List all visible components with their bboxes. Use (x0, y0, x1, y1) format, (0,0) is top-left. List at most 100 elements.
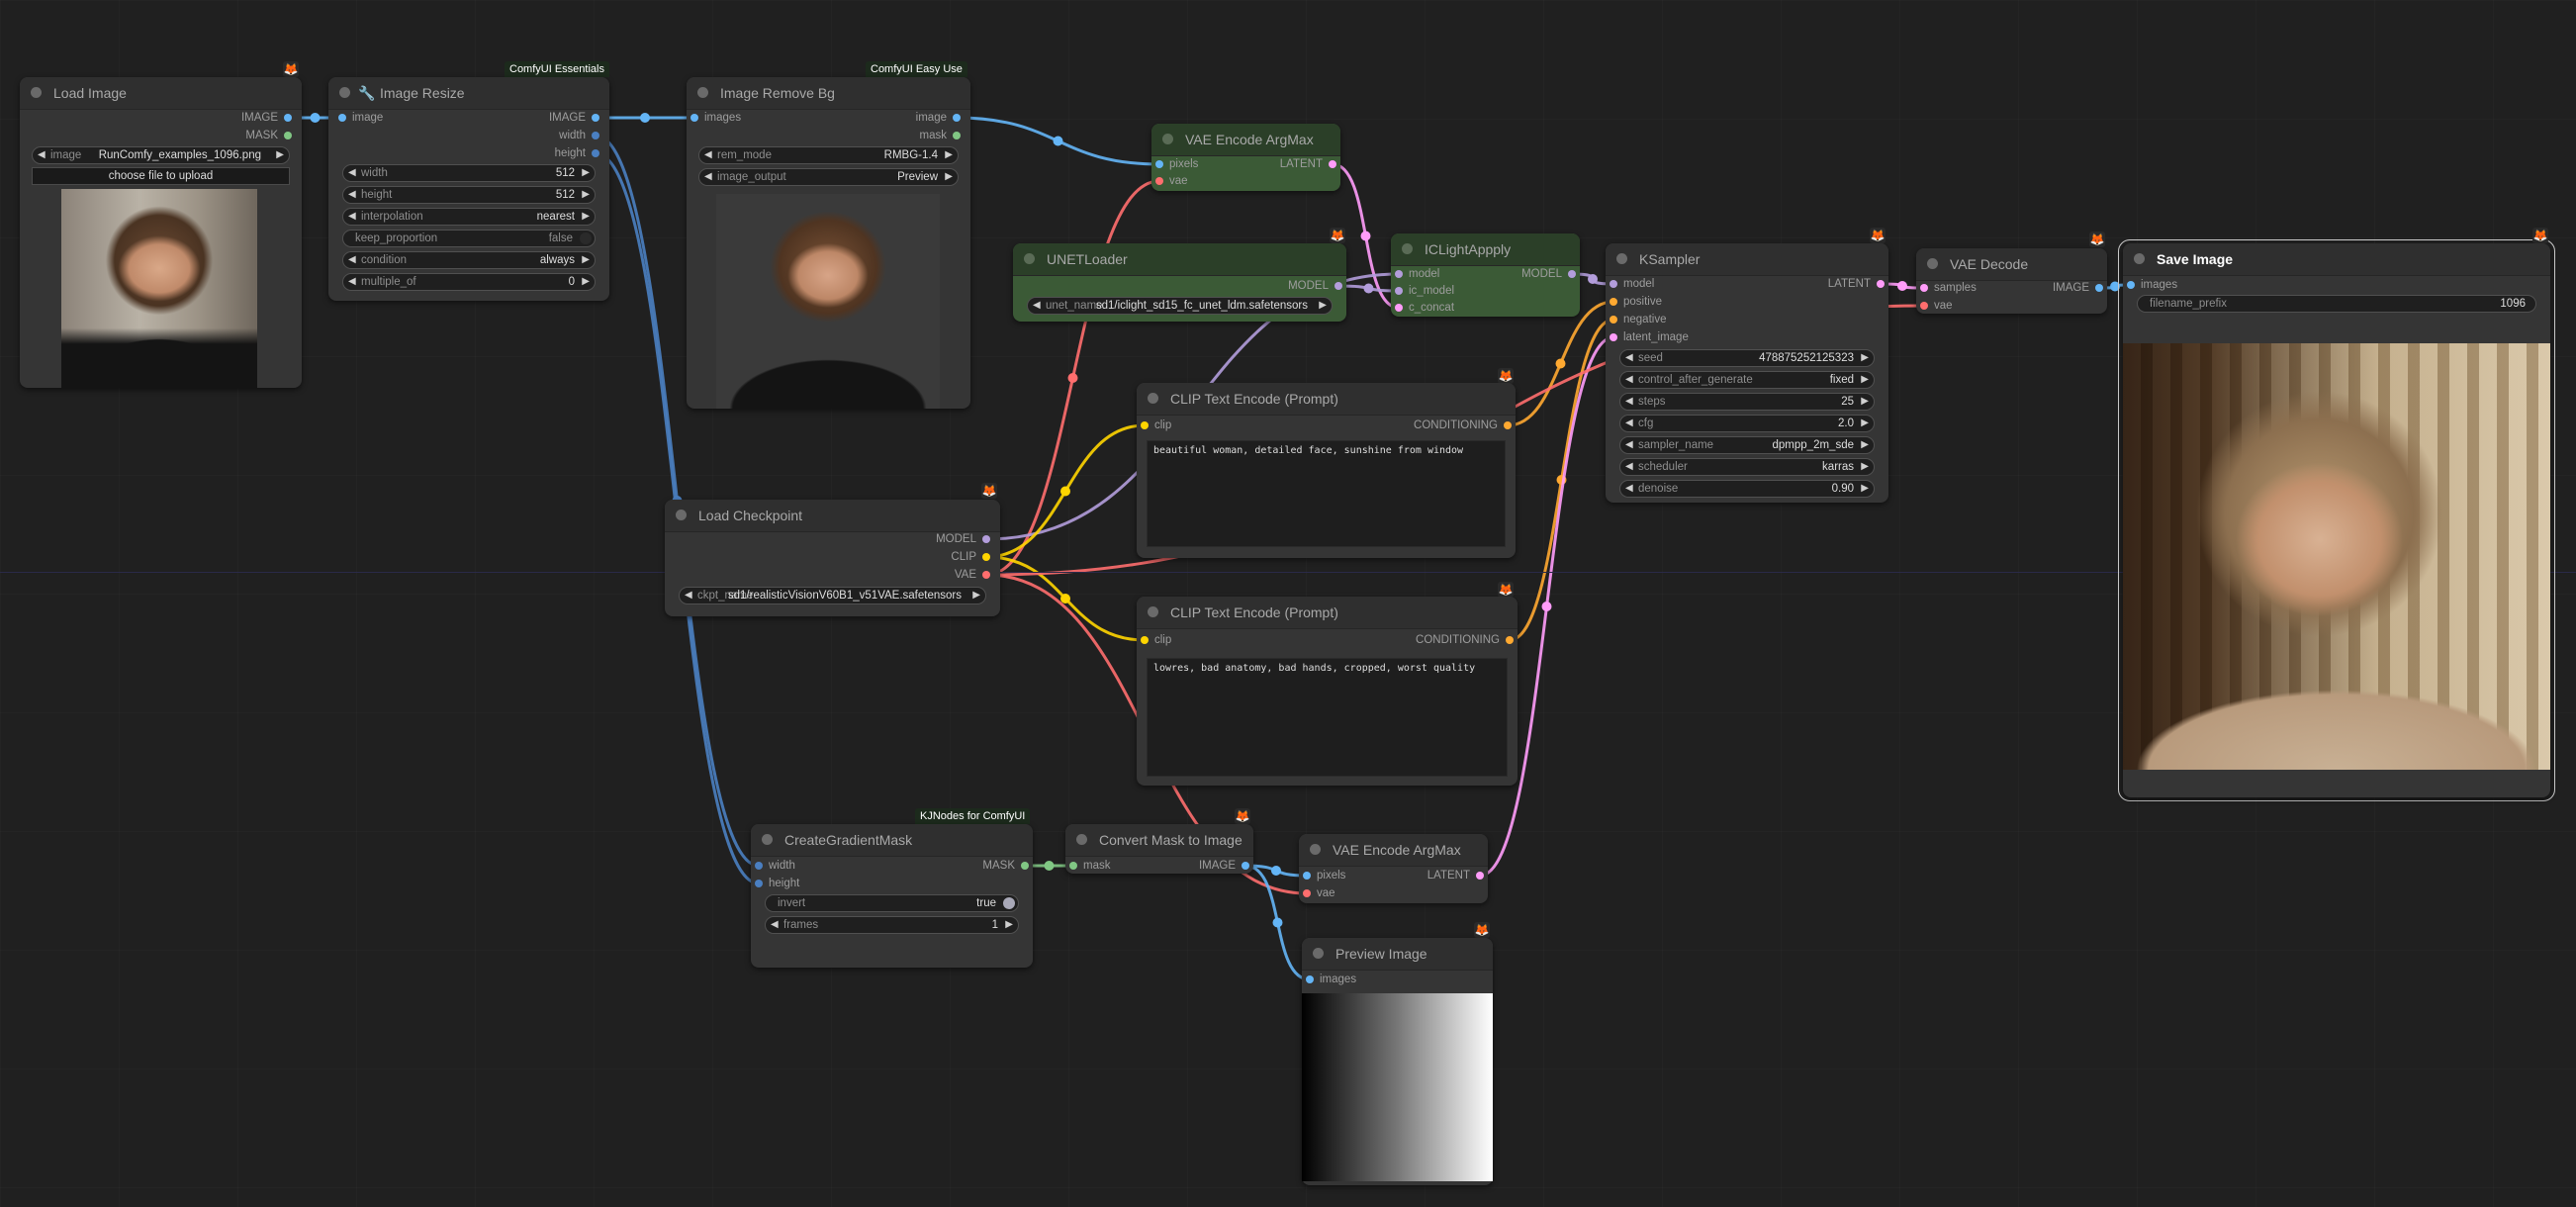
steps-widget[interactable]: ◀ steps 25 ▶ (1619, 393, 1875, 411)
arrow-right-icon[interactable]: ▶ (1861, 394, 1869, 410)
arrow-left-icon[interactable]: ◀ (1625, 481, 1633, 497)
node-title-bar[interactable]: Convert Mask to Image (1065, 824, 1253, 857)
slot-dot-icon[interactable] (1395, 304, 1403, 312)
output-slot-width[interactable]: width (559, 128, 599, 143)
slot-dot-icon[interactable] (1610, 280, 1617, 288)
arrow-left-icon[interactable]: ◀ (1625, 394, 1633, 410)
arrow-right-icon[interactable]: ▶ (582, 187, 590, 203)
image-combo-widget[interactable]: ◀ image RunComfy_examples_1096.png ▶ (32, 146, 290, 164)
slot-dot-icon[interactable] (1155, 160, 1163, 168)
node-title-bar[interactable]: Image Remove Bg (687, 77, 970, 110)
slot-dot-icon[interactable] (1141, 636, 1149, 644)
slot-dot-icon[interactable] (1568, 270, 1576, 278)
output-slot-latent[interactable]: LATENT (1828, 276, 1885, 292)
collapse-dot-icon[interactable] (339, 87, 350, 98)
slot-dot-icon[interactable] (284, 114, 292, 122)
output-slot-mask[interactable]: MASK (245, 128, 292, 143)
control-after-generate-widget[interactable]: ◀ control_after_generate fixed ▶ (1619, 371, 1875, 389)
wire-image-to-pixels[interactable] (956, 116, 1160, 166)
toggle-knob-icon[interactable] (580, 232, 592, 244)
slot-dot-icon[interactable] (1920, 302, 1928, 310)
node-vae-decode[interactable]: VAE Decode samples vae IMAGE (1916, 248, 2107, 314)
collapse-dot-icon[interactable] (1402, 243, 1413, 254)
keep-proportion-toggle[interactable]: keep_proportion false (342, 230, 596, 247)
slot-dot-icon[interactable] (2095, 284, 2103, 292)
scheduler-widget[interactable]: ◀ scheduler karras ▶ (1619, 458, 1875, 476)
slot-dot-icon[interactable] (982, 535, 990, 543)
input-slot-images[interactable]: images (2127, 277, 2177, 293)
wire-image-to-pixels[interactable] (1244, 864, 1308, 878)
input-slot-negative[interactable]: negative (1610, 312, 1666, 327)
slot-dot-icon[interactable] (1303, 872, 1311, 880)
node-image-resize[interactable]: 🔧 Image Resize image IMAGE width height ◀… (328, 77, 609, 301)
arrow-right-icon[interactable]: ▶ (582, 252, 590, 268)
arrow-left-icon[interactable]: ◀ (771, 917, 779, 933)
node-title-bar[interactable]: CLIP Text Encode (Prompt) (1137, 597, 1518, 629)
node-ksampler[interactable]: KSampler model positive negative latent_… (1606, 243, 1888, 503)
slot-dot-icon[interactable] (1329, 160, 1336, 168)
collapse-dot-icon[interactable] (1076, 834, 1087, 845)
frames-widget[interactable]: ◀ frames 1 ▶ (765, 916, 1019, 934)
arrow-right-icon[interactable]: ▶ (972, 588, 980, 604)
wire-midpoint-handle[interactable] (1272, 917, 1283, 928)
arrow-right-icon[interactable]: ▶ (1319, 298, 1327, 314)
arrow-left-icon[interactable]: ◀ (38, 147, 46, 163)
denoise-widget[interactable]: ◀ denoise 0.90 ▶ (1619, 480, 1875, 498)
input-slot-image[interactable]: image (338, 110, 383, 126)
arrow-left-icon[interactable]: ◀ (348, 165, 356, 181)
node-preview-image[interactable]: Preview Image images (1302, 938, 1493, 1185)
input-slot-pixels[interactable]: pixels (1303, 868, 1345, 883)
wire-conditioning-to-positive[interactable] (1507, 300, 1614, 427)
node-load-checkpoint[interactable]: Load Checkpoint MODEL CLIP VAE ◀ ckpt_nam… (665, 500, 1000, 616)
slot-dot-icon[interactable] (755, 862, 763, 870)
collapse-dot-icon[interactable] (1310, 844, 1321, 855)
arrow-right-icon[interactable]: ▶ (1861, 459, 1869, 475)
node-title-bar[interactable]: VAE Decode (1916, 248, 2107, 281)
node-title-bar[interactable]: 🔧 Image Resize (328, 77, 609, 110)
arrow-left-icon[interactable]: ◀ (1625, 459, 1633, 475)
arrow-left-icon[interactable]: ◀ (1625, 372, 1633, 388)
slot-dot-icon[interactable] (2127, 281, 2135, 289)
input-slot-pixels[interactable]: pixels (1155, 156, 1198, 172)
node-clip-text-encode-positive[interactable]: CLIP Text Encode (Prompt) clip CONDITION… (1137, 383, 1516, 558)
arrow-left-icon[interactable]: ◀ (348, 274, 356, 290)
arrow-right-icon[interactable]: ▶ (945, 147, 953, 163)
output-slot-image[interactable]: image (916, 110, 961, 126)
input-slot-mask[interactable]: mask (1069, 858, 1110, 874)
node-iclight-apply[interactable]: ICLightAppply model ic_model c_concat MO… (1391, 233, 1580, 317)
slot-dot-icon[interactable] (1395, 270, 1403, 278)
node-title-bar[interactable]: Load Image (20, 77, 302, 110)
collapse-dot-icon[interactable] (1313, 948, 1324, 959)
node-title-bar[interactable]: Load Checkpoint (665, 500, 1000, 532)
node-title-bar[interactable]: Save Image (2123, 243, 2550, 276)
slot-dot-icon[interactable] (1920, 284, 1928, 292)
output-slot-model[interactable]: MODEL (1521, 266, 1576, 282)
output-slot-image[interactable]: IMAGE (549, 110, 599, 126)
collapse-dot-icon[interactable] (1162, 134, 1173, 144)
slot-dot-icon[interactable] (1242, 862, 1249, 870)
slot-dot-icon[interactable] (953, 114, 961, 122)
collapse-dot-icon[interactable] (1616, 253, 1627, 264)
width-widget[interactable]: ◀ width 512 ▶ (342, 164, 596, 182)
slot-dot-icon[interactable] (592, 114, 599, 122)
input-slot-clip[interactable]: clip (1141, 418, 1171, 433)
interpolation-widget[interactable]: ◀ interpolation nearest ▶ (342, 208, 596, 226)
seed-widget[interactable]: ◀ seed 478875252125323 ▶ (1619, 349, 1875, 367)
slot-dot-icon[interactable] (1334, 282, 1342, 290)
rem-mode-widget[interactable]: ◀ rem_mode RMBG-1.4 ▶ (698, 146, 959, 164)
node-title-bar[interactable]: KSampler (1606, 243, 1888, 276)
input-slot-height[interactable]: height (755, 876, 799, 891)
node-unet-loader[interactable]: UNETLoader MODEL ◀ unet_name sd1/iclight_s… (1013, 243, 1346, 322)
wire-vae-to-vae[interactable] (985, 179, 1160, 577)
input-slot-vae[interactable]: vae (1303, 885, 1335, 901)
toggle-knob-icon[interactable] (1003, 897, 1015, 909)
wire-midpoint-handle[interactable] (1067, 373, 1078, 383)
slot-dot-icon[interactable] (1610, 298, 1617, 306)
arrow-right-icon[interactable]: ▶ (1861, 437, 1869, 453)
node-title-bar[interactable]: CLIP Text Encode (Prompt) (1137, 383, 1516, 416)
wire-model-to-ic-model[interactable] (1337, 284, 1400, 293)
node-clip-text-encode-negative[interactable]: CLIP Text Encode (Prompt) clip CONDITION… (1137, 597, 1518, 786)
node-title-bar[interactable]: UNETLoader (1013, 243, 1346, 276)
wire-midpoint-handle[interactable] (1897, 281, 1907, 291)
arrow-right-icon[interactable]: ▶ (1861, 416, 1869, 431)
